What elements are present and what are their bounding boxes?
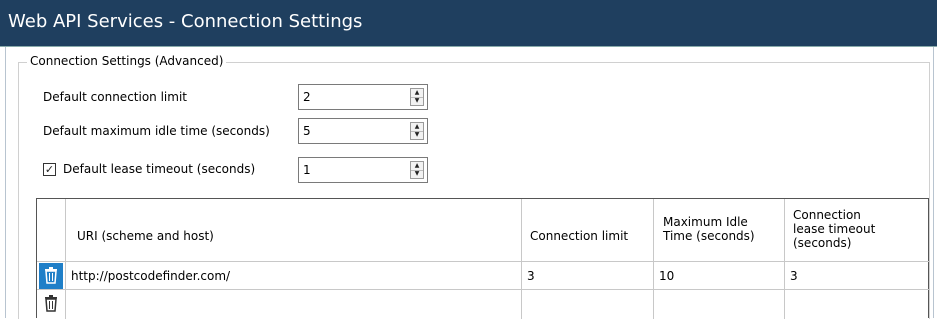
header-connection-limit[interactable]: Connection limit <box>530 229 628 243</box>
connection-limit-spin-buttons: ▲ ▼ <box>410 88 424 106</box>
connections-table: URI (scheme and host) Connection limit M… <box>36 198 930 319</box>
checkmark-icon: ✓ <box>44 163 55 176</box>
header-lease-line3: (seconds) <box>793 236 852 250</box>
header-idle-time-line1: Maximum Idle <box>663 215 748 229</box>
arrow-down-icon[interactable]: ▼ <box>411 131 423 139</box>
row-idle-time[interactable]: 10 <box>659 269 674 283</box>
row-uri[interactable]: http://postcodefinder.com/ <box>71 269 230 283</box>
idle-time-value: 5 <box>303 124 311 138</box>
column-divider <box>784 199 785 319</box>
connection-limit-value: 2 <box>303 90 311 104</box>
lease-timeout-spin-buttons: ▲ ▼ <box>410 161 424 179</box>
row-divider <box>37 289 930 290</box>
group-legend: Connection Settings (Advanced) <box>27 54 227 68</box>
delete-row-button[interactable] <box>39 263 63 289</box>
arrow-down-icon[interactable]: ▼ <box>411 97 423 105</box>
header-lease-line1: Connection <box>793 208 861 222</box>
header-lease-line2: lease timeout <box>793 222 876 236</box>
title-bar: Web API Services - Connection Settings <box>0 0 937 47</box>
trash-icon <box>45 295 57 312</box>
lease-timeout-value: 1 <box>303 163 311 177</box>
column-divider <box>521 199 522 319</box>
row-connection-limit[interactable]: 3 <box>527 269 535 283</box>
delete-row-button[interactable] <box>39 291 63 317</box>
column-divider <box>653 199 654 319</box>
lease-timeout-checkbox[interactable]: ✓ <box>43 163 56 176</box>
connection-limit-spinner[interactable]: 2 ▲ ▼ <box>298 84 428 110</box>
header-idle-time-line2: Time (seconds) <box>663 229 755 243</box>
header-uri[interactable]: URI (scheme and host) <box>77 229 214 243</box>
trash-icon <box>45 267 57 284</box>
window-title: Web API Services - Connection Settings <box>8 11 363 32</box>
idle-time-label: Default maximum idle time (seconds) <box>43 124 270 138</box>
connection-limit-label: Default connection limit <box>43 90 187 104</box>
column-divider <box>65 199 66 319</box>
row-lease-timeout[interactable]: 3 <box>790 269 798 283</box>
row-divider <box>37 261 930 262</box>
idle-time-spinner[interactable]: 5 ▲ ▼ <box>298 118 428 144</box>
lease-timeout-label: Default lease timeout (seconds) <box>63 162 256 176</box>
header-lease-timeout[interactable]: Connection lease timeout (seconds) <box>793 208 923 250</box>
lease-timeout-spinner[interactable]: 1 ▲ ▼ <box>298 157 428 183</box>
idle-time-spin-buttons: ▲ ▼ <box>410 122 424 140</box>
header-idle-time[interactable]: Maximum Idle Time (seconds) <box>663 215 778 243</box>
arrow-down-icon[interactable]: ▼ <box>411 170 423 178</box>
